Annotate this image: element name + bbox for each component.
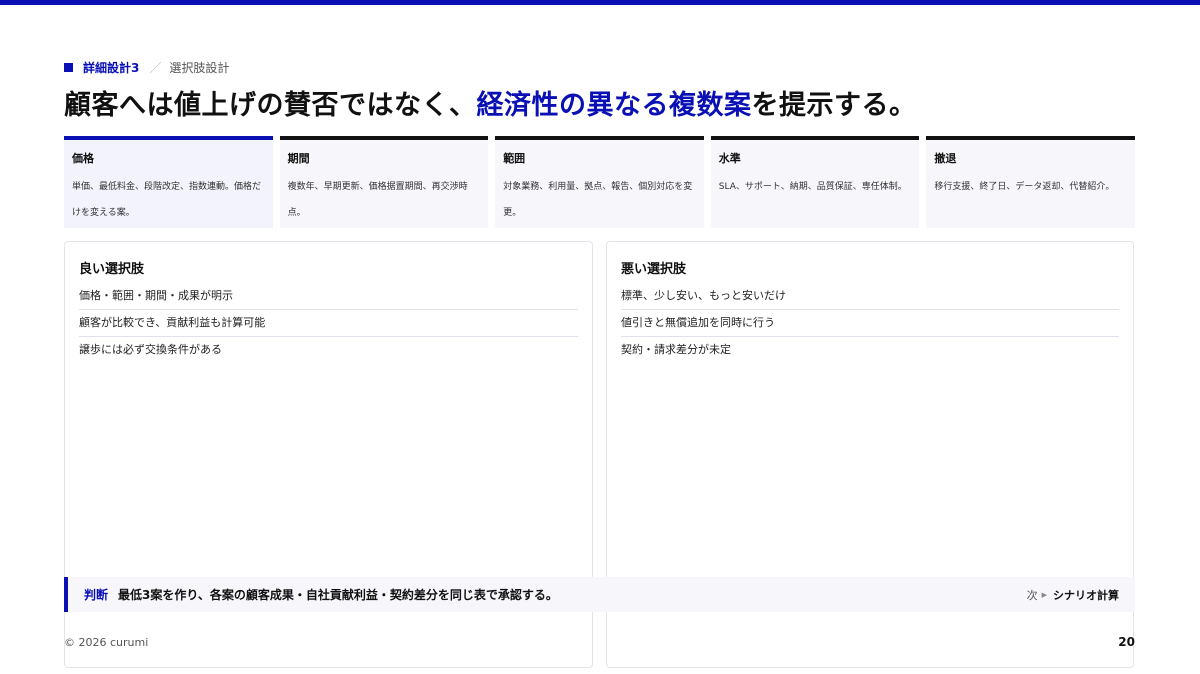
option-category-row: 価格 単価、最低料金、段階改定、指数連動。価格だけを変える案。 期間 複数年、早… bbox=[64, 136, 1135, 228]
decision-bar: 判断 最低3案を作り、各案の顧客成果・自社貢献利益・契約差分を同じ表で承認する。… bbox=[64, 577, 1135, 612]
category-title: 範囲 bbox=[503, 152, 526, 165]
square-marker-icon bbox=[64, 62, 73, 72]
list-item: 値引きと無償追加を同時に行う bbox=[621, 310, 1119, 337]
category-description: 移行支援、終了日、データ返却、代替紹介。 bbox=[934, 182, 1115, 192]
list-item: 顧客が比較でき、貢献利益も計算可能 bbox=[79, 310, 578, 337]
category-title: 期間 bbox=[287, 152, 310, 165]
page-number: 20 bbox=[1118, 635, 1135, 649]
panel-title: 悪い選択肢 bbox=[621, 262, 687, 277]
section-eyebrow: 詳細設計3 ／ 選択肢設計 bbox=[64, 58, 229, 76]
page-title: 顧客へは値上げの賛否ではなく、経済性の異なる複数案を提示する。 bbox=[64, 86, 917, 126]
category-card-price: 価格 単価、最低料金、段階改定、指数連動。価格だけを変える案。 bbox=[64, 136, 273, 228]
decision-label: 判断 bbox=[84, 588, 109, 602]
title-part-tail: を提示する。 bbox=[751, 90, 917, 121]
category-card-scope: 範囲 対象業務、利用量、拠点、報告、個別対応を変更。 bbox=[495, 136, 704, 228]
list-item: 譲歩には必ず交換条件がある bbox=[79, 343, 222, 356]
category-title: 水準 bbox=[718, 152, 741, 165]
category-title: 撤退 bbox=[934, 152, 957, 165]
good-options-list: 価格・範囲・期間・成果が明示 顧客が比較でき、貢献利益も計算可能 譲歩には必ず交… bbox=[79, 283, 578, 363]
next-target: シナリオ計算 bbox=[1053, 588, 1119, 602]
category-card-term: 期間 複数年、早期更新、価格据置期間、再交渉時点。 bbox=[279, 136, 489, 228]
category-card-service-level: 水準 SLA、サポート、納期、品質保証、専任体制。 bbox=[710, 136, 920, 228]
category-description: 複数年、早期更新、価格据置期間、再交渉時点。 bbox=[287, 182, 468, 218]
category-description: SLA、サポート、納期、品質保証、専任体制。 bbox=[718, 182, 907, 192]
section-subtitle: 選択肢設計 bbox=[169, 60, 230, 75]
category-description: 単価、最低料金、段階改定、指数連動。価格だけを変える案。 bbox=[72, 182, 262, 218]
bad-options-list: 標準、少し安い、もっと安いだけ 値引きと無償追加を同時に行う 契約・請求差分が未… bbox=[621, 283, 1119, 363]
list-item: 標準、少し安い、もっと安いだけ bbox=[621, 283, 1119, 310]
category-title: 価格 bbox=[72, 152, 94, 165]
title-part-accent: 経済性の異なる複数案 bbox=[476, 90, 752, 121]
list-item: 契約・請求差分が未定 bbox=[621, 343, 731, 356]
panel-title: 良い選択肢 bbox=[79, 262, 145, 277]
next-label: 次 bbox=[1026, 588, 1038, 602]
triangle-right-icon: ▶ bbox=[1041, 590, 1047, 599]
decision-text: 最低3案を作り、各案の顧客成果・自社貢献利益・契約差分を同じ表で承認する。 bbox=[118, 588, 558, 602]
copyright: © 2026 curumi bbox=[64, 636, 149, 649]
next-link[interactable]: 次 ▶ シナリオ計算 bbox=[1027, 587, 1119, 603]
top-accent-rule bbox=[0, 0, 1200, 5]
category-card-exit: 撤退 移行支援、終了日、データ返却、代替紹介。 bbox=[926, 136, 1135, 228]
category-description: 対象業務、利用量、拠点、報告、個別対応を変更。 bbox=[503, 182, 693, 218]
slash-separator-icon: ／ bbox=[149, 60, 162, 75]
title-part-lead: 顧客へは値上げの賛否ではなく、 bbox=[64, 90, 477, 121]
section-label: 詳細設計3 bbox=[83, 60, 140, 75]
list-item: 価格・範囲・期間・成果が明示 bbox=[79, 283, 578, 310]
